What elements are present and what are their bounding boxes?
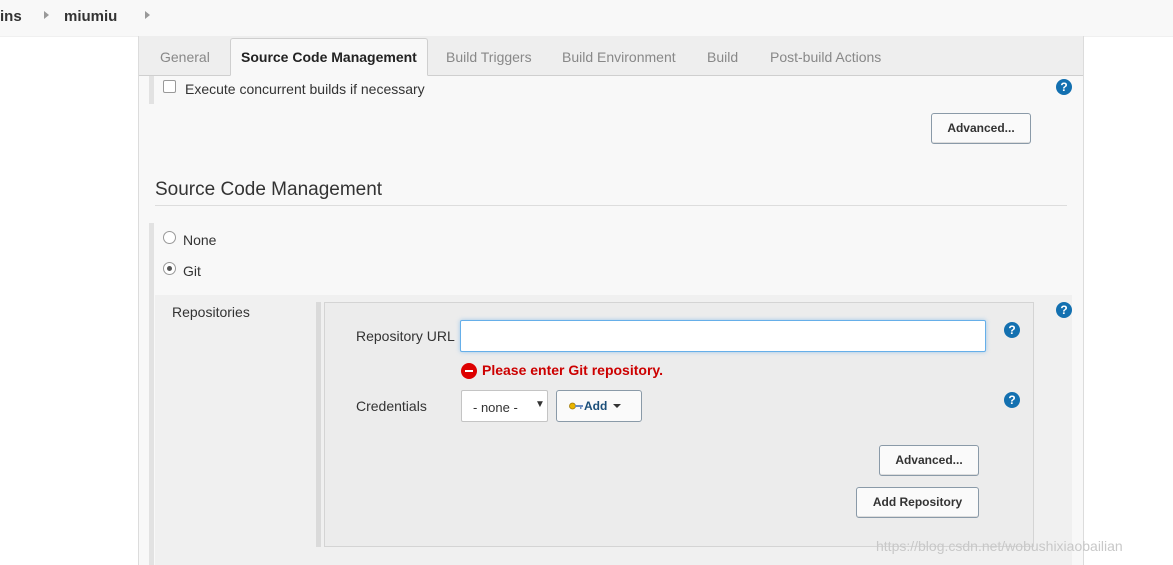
dropdown-arrow-icon: ▼ xyxy=(535,399,545,410)
error-icon xyxy=(461,363,477,379)
general-advanced-button[interactable]: Advanced... xyxy=(931,113,1031,144)
repository-url-input[interactable] xyxy=(460,320,986,352)
tab-build[interactable]: Build xyxy=(707,49,738,65)
scm-none-radio[interactable] xyxy=(163,231,176,244)
breadcrumb: ins miumiu xyxy=(0,0,1173,37)
caret-down-icon xyxy=(613,404,621,408)
breadcrumb-item-job[interactable]: miumiu xyxy=(64,8,117,25)
credentials-selected-value: - none - xyxy=(473,400,518,415)
concurrent-builds-checkbox[interactable] xyxy=(163,80,176,93)
section-title: Source Code Management xyxy=(155,179,383,200)
breadcrumb-separator-icon[interactable] xyxy=(44,11,49,19)
key-icon xyxy=(569,402,583,410)
help-icon[interactable]: ? xyxy=(1056,79,1072,95)
repository-advanced-button[interactable]: Advanced... xyxy=(879,445,979,476)
help-icon[interactable]: ? xyxy=(1004,392,1020,408)
repositories-label: Repositories xyxy=(172,304,250,320)
repository-url-label: Repository URL xyxy=(356,328,455,344)
help-icon[interactable]: ? xyxy=(1056,302,1072,318)
tab-build-triggers[interactable]: Build Triggers xyxy=(446,49,532,65)
breadcrumb-item-jenkins[interactable]: ins xyxy=(0,8,22,25)
scm-git-label: Git xyxy=(183,263,201,279)
tab-general[interactable]: General xyxy=(160,49,210,65)
section-indent-bar xyxy=(149,76,154,104)
tab-post-build-actions[interactable]: Post-build Actions xyxy=(770,49,881,65)
watermark: https://blog.csdn.net/wobushixiaobailian xyxy=(876,538,1123,554)
config-tab-bar: General Source Code Management Build Tri… xyxy=(139,36,1083,76)
add-repository-button[interactable]: Add Repository xyxy=(856,487,979,518)
job-config-panel: General Source Code Management Build Tri… xyxy=(138,36,1084,565)
tab-source-code-management[interactable]: Source Code Management xyxy=(230,38,428,76)
help-icon[interactable]: ? xyxy=(1004,322,1020,338)
repository-indent-bar xyxy=(316,302,321,547)
tab-build-environment[interactable]: Build Environment xyxy=(562,49,676,65)
credentials-label: Credentials xyxy=(356,398,427,414)
scm-none-label: None xyxy=(183,232,217,248)
section-indent-bar xyxy=(149,223,154,565)
concurrent-builds-label: Execute concurrent builds if necessary xyxy=(185,81,425,97)
credentials-select[interactable]: - none - ▼ xyxy=(461,390,548,422)
add-credentials-label: Add xyxy=(584,399,608,413)
section-divider xyxy=(155,205,1067,206)
add-credentials-button[interactable]: Add xyxy=(556,390,642,422)
breadcrumb-separator-icon[interactable] xyxy=(145,11,150,19)
scm-git-radio[interactable] xyxy=(163,262,176,275)
repository-url-error: Please enter Git repository. xyxy=(482,362,664,378)
